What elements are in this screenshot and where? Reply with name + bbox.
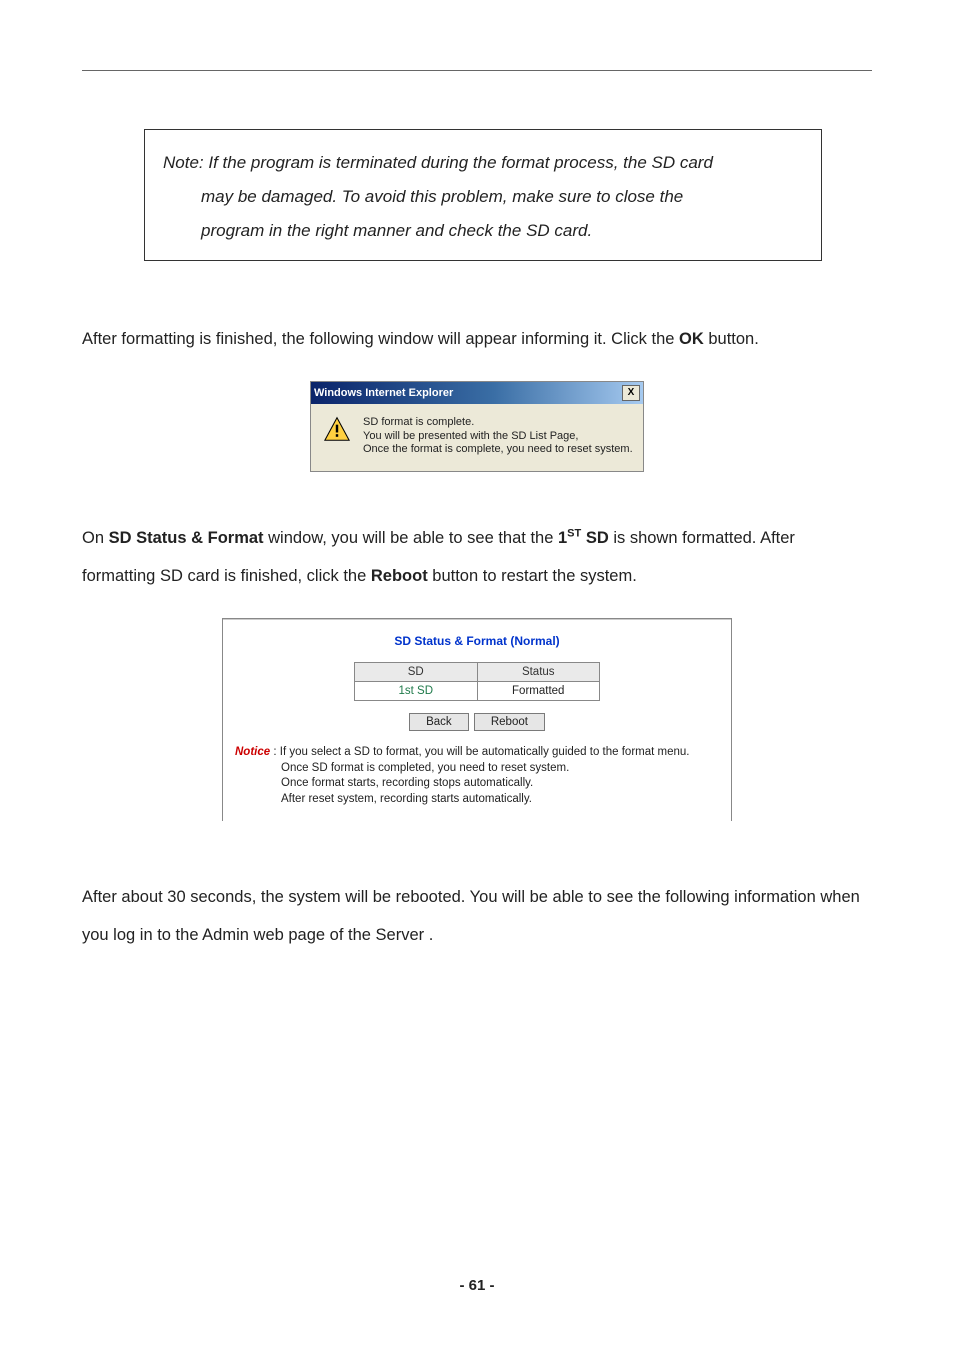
notice-line-1: If you select a SD to format, you will b… — [280, 746, 690, 758]
notice-colon: : — [270, 746, 280, 758]
td-sd: 1st SD — [355, 682, 478, 701]
ie-dialog: Windows Internet Explorer X SD format is… — [310, 381, 644, 472]
sp-d: button to restart the system. — [428, 567, 637, 585]
ie-title-text: Windows Internet Explorer — [314, 387, 453, 399]
note-line-3: program in the right manner and check th… — [201, 214, 803, 248]
close-x: X — [628, 387, 635, 398]
ie-body: SD format is complete. You will be prese… — [311, 404, 643, 471]
note-line-2: may be damaged. To avoid this problem, m… — [201, 180, 803, 214]
first-st: ST — [567, 528, 581, 540]
td-status: Formatted — [477, 682, 600, 701]
ie-line-1: SD format is complete. — [363, 416, 633, 430]
notice-line-3: Once format starts, recording stops auto… — [281, 776, 719, 792]
sd-status-panel: SD Status & Format (Normal) SD Status 1s… — [222, 618, 732, 821]
note-line-1: Note: If the program is terminated durin… — [163, 146, 803, 180]
ie-line-3: Once the format is complete, you need to… — [363, 443, 633, 457]
sp-b: window, you will be able to see that the — [264, 529, 558, 547]
th-sd: SD — [355, 663, 478, 682]
sp-a: On — [82, 529, 109, 547]
after-format-text-b: button. — [704, 330, 759, 348]
status-paragraph: On SD Status & Format window, you will b… — [82, 520, 872, 596]
after-reboot-paragraph: After about 30 seconds, the system will … — [82, 879, 872, 955]
reboot-label: Reboot — [371, 567, 428, 585]
after-format-paragraph: After formatting is finished, the follow… — [82, 321, 872, 359]
notice-label: Notice — [235, 746, 270, 758]
notice-line-4: After reset system, recording starts aut… — [281, 792, 719, 808]
table-row: 1st SD Formatted — [355, 682, 600, 701]
top-rule — [82, 70, 872, 71]
notice-line-2: Once SD format is completed, you need to… — [281, 761, 719, 777]
warning-icon — [323, 416, 351, 457]
close-icon[interactable]: X — [622, 385, 640, 401]
ie-line-2: You will be presented with the SD List P… — [363, 430, 633, 444]
sd-button-row: Back Reboot — [227, 713, 727, 731]
ie-message: SD format is complete. You will be prese… — [363, 416, 633, 457]
first-1: 1 — [558, 529, 567, 547]
after-format-text-a: After formatting is finished, the follow… — [82, 330, 679, 348]
first-sd-label: 1ST SD — [558, 529, 609, 547]
notice-block: Notice : If you select a SD to format, y… — [227, 745, 727, 811]
note-box: Note: If the program is terminated durin… — [144, 129, 822, 261]
sd-panel-title: SD Status & Format (Normal) — [227, 634, 727, 648]
back-button[interactable]: Back — [409, 713, 469, 731]
ok-label: OK — [679, 330, 704, 348]
page-number: - 61 - — [0, 1277, 954, 1294]
sd-status-label: SD Status & Format — [109, 529, 264, 547]
first-sd: SD — [581, 529, 609, 547]
reboot-button[interactable]: Reboot — [474, 713, 545, 731]
sd-table: SD Status 1st SD Formatted — [354, 662, 600, 701]
th-status: Status — [477, 663, 600, 682]
table-header-row: SD Status — [355, 663, 600, 682]
ie-titlebar: Windows Internet Explorer X — [311, 382, 643, 404]
